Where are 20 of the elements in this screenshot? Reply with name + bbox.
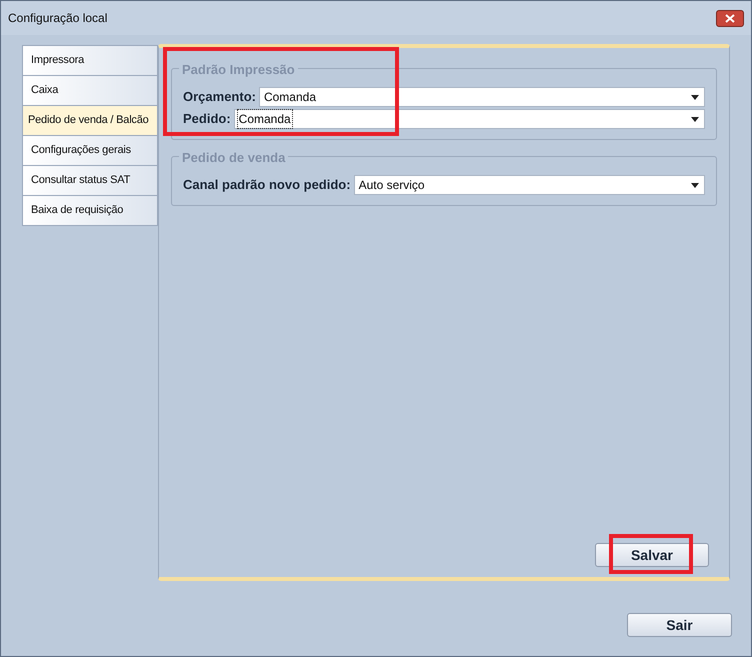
close-button[interactable] (716, 10, 744, 26)
dropdown-arrow-icon (691, 182, 699, 188)
sidebar-tab[interactable]: Caixa (22, 75, 158, 106)
field-label: Pedido: (183, 110, 231, 128)
dropdown-arrow-icon (691, 116, 699, 122)
sidebar-tab[interactable]: Pedido de venda / Balcão (22, 105, 158, 136)
sidebar-tab[interactable]: Impressora (22, 45, 158, 76)
field-label: Orçamento: (183, 88, 256, 106)
sidebar-tab[interactable]: Consultar status SAT (22, 165, 158, 196)
field-label: Canal padrão novo pedido: (183, 176, 351, 194)
dropdown-field[interactable]: Comanda (258, 87, 705, 107)
window-title: Configuração local (8, 10, 108, 27)
close-icon (725, 14, 735, 22)
save-button[interactable]: Salvar (595, 543, 709, 567)
dropdown-arrow-icon (691, 94, 699, 100)
exit-button[interactable]: Sair (627, 613, 732, 637)
dropdown-field[interactable]: Auto serviço (354, 175, 705, 195)
sidebar-tab[interactable]: Baixa de requisição (22, 195, 158, 226)
dropdown-field[interactable]: Comanda (234, 109, 705, 129)
sidebar-tab[interactable]: Configurações gerais (22, 135, 158, 166)
